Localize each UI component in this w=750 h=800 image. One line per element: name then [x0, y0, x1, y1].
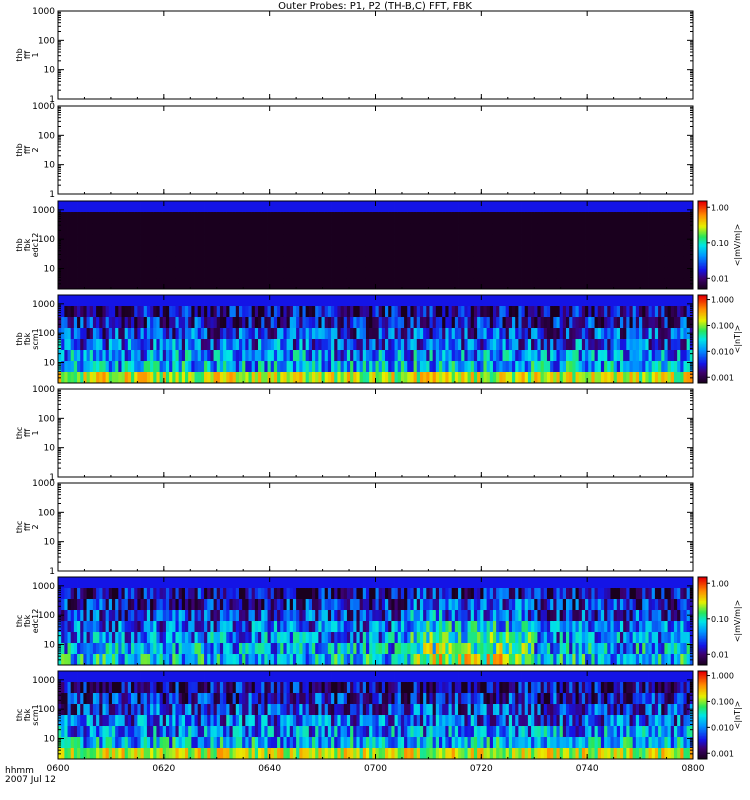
colorbar-tick-label: 0.010: [711, 723, 734, 732]
colorbar-tick-label: 0.01: [711, 650, 729, 659]
y-tick-label: 10: [44, 444, 56, 454]
colorbar-tick-label: 1.00: [711, 579, 729, 588]
panel-thb-fbk-edc12: 10 100 1000 thbfbkedc12 0.01 0.10 1.00 <|mV/m|>: [15, 200, 742, 290]
y-tick-label: 1000: [32, 385, 55, 395]
colorbar-tick-label: 0.100: [711, 697, 734, 706]
x-tick-label: 0720: [470, 764, 493, 774]
panel-frame: [57, 482, 694, 572]
y-tick-label: 10: [44, 66, 56, 76]
x-tick-label: 0600: [47, 764, 70, 774]
y-tick-label: 1: [49, 190, 55, 200]
panel-thc-fff-2: 1 10 100 1000 thcfff2: [15, 479, 694, 577]
colorbar-label: <|nT|>: [733, 325, 742, 354]
spectrogram-cells: [58, 201, 694, 290]
y-tick-label: 1000: [32, 582, 55, 592]
colorbar-tick-label: 0.001: [711, 373, 734, 382]
colorbar-label: <|nT|>: [733, 701, 742, 730]
x-tick-label: 0700: [364, 764, 387, 774]
colorbar-tick-label: 1.00: [711, 203, 729, 212]
spectrogram-cells: [58, 295, 694, 384]
y-tick-label: 100: [38, 508, 55, 518]
y-tick-label: 10: [44, 358, 56, 368]
panel-thb-fbk-scm1: 10 100 1000 thbfbkscm1 0.001 0.010 0.100 1.000 <…: [15, 294, 742, 384]
y-tick-label: 10: [44, 640, 56, 650]
spectrogram-cells: [58, 671, 694, 760]
y-tick-label: 100: [38, 36, 55, 46]
y-tick-label: 1000: [32, 102, 55, 112]
panel-thc-fbk-edc12: 10 100 1000 thcfbkedc12 0.01 0.10 1.00 <|mV/m|>: [15, 576, 742, 666]
colorbar-tick-label: 0.10: [711, 239, 729, 248]
colorbar-label: <|mV/m|>: [733, 224, 742, 267]
y-tick-label: 1000: [32, 676, 55, 686]
y-tick-label: 100: [38, 705, 55, 715]
panel-ylabel: thbfbkedc12: [15, 233, 40, 258]
x-axis-label-date: 2007 Jul 12: [5, 775, 56, 785]
x-tick-label: 0740: [576, 764, 599, 774]
panel-frame: [57, 10, 694, 100]
y-tick-label: 100: [38, 329, 55, 339]
colorbar-tick-label: 0.100: [711, 321, 734, 330]
panel-ylabel: thcfbkedc12: [15, 609, 40, 634]
panel-thc-fff-1: 1101001000thcfff1: [15, 385, 694, 483]
y-tick-label: 100: [38, 611, 55, 621]
panel-thc-fbk-scm1: 10 100 1000 thcfbkscm1 0.001 0.010 0.100 1.000 <…: [15, 670, 742, 760]
y-tick-label: 1: [49, 567, 55, 577]
colorbar: 0.01 0.10 1.00 <|mV/m|>: [697, 576, 742, 666]
colorbar-tick-label: 0.001: [711, 749, 734, 758]
panel-ylabel: thbfff2: [15, 143, 40, 156]
stacked-spectrogram-chart: 1101001000thbfff11101001000thbfff2101001…: [15, 7, 742, 774]
x-tick-label: 0640: [258, 764, 281, 774]
y-tick-label: 1000: [32, 206, 55, 216]
y-tick-label: 10: [44, 538, 56, 548]
panel-ylabel: thbfbkscm1: [15, 328, 40, 349]
panel-thb-fff-1: 1101001000thbfff1: [15, 7, 694, 105]
colorbar: 0.001 0.010 0.100 1.000 <|nT|>: [697, 294, 742, 384]
panel-ylabel: thcfff2: [15, 521, 40, 534]
y-tick-label: 100: [38, 235, 55, 245]
y-tick-label: 1000: [32, 7, 55, 17]
colorbar: 0.01 0.10 1.00 <|mV/m|>: [697, 200, 742, 290]
y-tick-label: 10: [44, 734, 56, 744]
x-tick-label: 0620: [152, 764, 175, 774]
colorbar-tick-label: 1.000: [711, 296, 734, 305]
colorbar: 0.001 0.010 0.100 1.000 <|nT|>: [697, 670, 742, 760]
y-tick-label: 100: [38, 414, 55, 424]
y-tick-label: 1000: [32, 479, 55, 489]
panel-frame: [57, 388, 694, 478]
x-tick-label: 0800: [682, 764, 705, 774]
panel-ylabel: thcfbkscm1: [15, 704, 40, 725]
y-tick-label: 10: [44, 161, 56, 171]
colorbar-tick-label: 1.000: [711, 672, 734, 681]
panel-frame: [57, 105, 694, 195]
panel-ylabel: thbfff1: [15, 48, 40, 61]
colorbar-tick-label: 0.01: [711, 274, 729, 283]
colorbar-label: <|mV/m|>: [733, 600, 742, 643]
colorbar-tick-label: 0.010: [711, 347, 734, 356]
colorbar-tick-label: 0.10: [711, 615, 729, 624]
spectrogram-cells: [58, 577, 694, 666]
panel-thb-fff-2: 1 10 100 1000 thbfff2: [15, 102, 694, 200]
y-tick-label: 100: [38, 131, 55, 141]
y-tick-label: 1000: [32, 300, 55, 310]
panel-ylabel: thcfff1: [15, 427, 40, 440]
y-tick-label: 10: [44, 264, 56, 274]
